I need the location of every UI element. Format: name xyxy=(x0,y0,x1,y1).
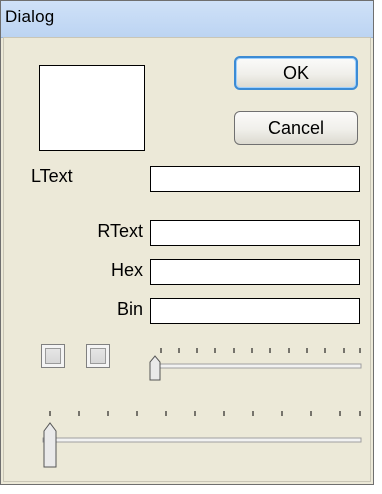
hex-label: Hex xyxy=(110,260,143,280)
slider-2-thumb[interactable] xyxy=(43,422,57,468)
bin-label: Bin xyxy=(116,299,143,319)
slider-1[interactable] xyxy=(141,336,363,384)
slider-1-ticks xyxy=(160,348,361,353)
title-bar[interactable]: Dialog xyxy=(1,1,373,38)
image-placeholder xyxy=(39,65,145,151)
checkbox-1[interactable] xyxy=(41,344,65,368)
rtext-field[interactable] xyxy=(150,220,360,246)
hex-field[interactable] xyxy=(150,259,360,285)
slider-1-thumb[interactable] xyxy=(149,355,161,381)
cancel-button[interactable]: Cancel xyxy=(234,111,358,145)
ltext-field[interactable] xyxy=(150,166,360,192)
bin-field[interactable] xyxy=(150,298,360,324)
slider-2-track xyxy=(42,437,362,443)
slider-2[interactable] xyxy=(31,401,363,471)
checkbox-2[interactable] xyxy=(86,344,110,368)
dialog-window: Dialog OK Cancel LText RText Hex Bin xyxy=(0,0,374,485)
slider-1-track xyxy=(152,363,362,369)
slider-2-ticks xyxy=(49,411,361,416)
rtext-label: RText xyxy=(97,221,143,241)
window-title: Dialog xyxy=(5,7,55,26)
ltext-label: LText xyxy=(31,166,73,186)
ok-button[interactable]: OK xyxy=(234,56,358,90)
